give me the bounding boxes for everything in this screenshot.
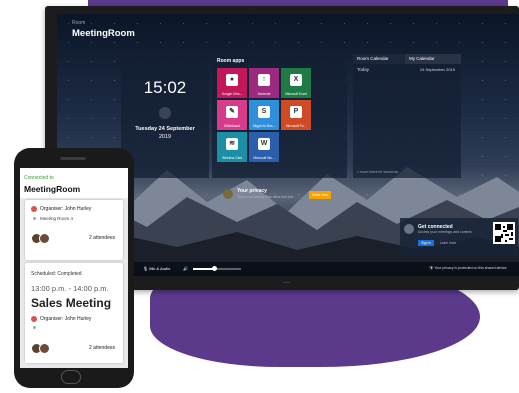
app-label: Skype for Bus... [252,124,276,128]
room-label: Meeting Room 4 [40,216,74,221]
app-label: Microsoft Wo... [253,156,275,160]
app-tile[interactable]: ↑ Screenet [249,68,279,98]
meeting-time: 13:00 p.m. - 14:00 p.m. [31,284,109,293]
mic-audio-control[interactable]: 🎙 Mic & Audio [143,266,170,271]
chrome-icon: ● [226,74,238,86]
clock-year: 2019 [158,134,172,140]
calendar-date: 24 September 2019 [419,67,455,72]
privacy-title: Your privacy [237,188,267,194]
volume-knob[interactable] [212,266,218,271]
clock-date: Tuesday 24 September [135,126,195,132]
attendees-count: 2 attendees [89,345,116,351]
tab-room-calendar[interactable]: Room Calendar [353,54,409,64]
app-label: Google Chro... [221,92,243,96]
app-tile[interactable]: S Skype for Bus... [249,100,279,130]
room-dot-icon [33,217,36,220]
app-label: Whiteboard [223,124,241,128]
skype-icon: S [258,106,270,118]
app-tile[interactable]: X Microsoft Excel [281,68,311,98]
app-tile[interactable]: ≋ Wireless Cast [217,132,247,162]
tv-logo: ~~~ [283,280,291,285]
phone-speaker [60,157,86,160]
excel-icon: X [290,74,302,86]
calendar-panel: Room Calendar My Calendar Today 24 Septe… [353,54,461,178]
app-tile[interactable]: ✎ Whiteboard [217,100,247,130]
privacy-clear-button[interactable]: Clear now [309,191,331,199]
qr-code-icon [493,222,515,244]
room-apps-title: Room apps [217,58,245,64]
app-tile[interactable]: W Microsoft Wo... [249,132,279,162]
screen-share-icon: ↑ [258,74,270,86]
connected-label: Connected to [24,175,54,181]
room-dot-icon [33,326,36,329]
organizer-label: Organiser: John Hurley [40,206,92,212]
clock-icon [159,107,171,119]
wireless-cast-icon: ≋ [226,138,238,150]
whiteboard-icon: ✎ [226,106,238,118]
privacy-shield-note: 🛡 Your privacy is protected on this shar… [429,266,507,270]
tv-room-title: MeetingRoom [72,28,135,39]
app-tile[interactable]: ● Google Chro... [217,68,247,98]
volume-icon: 🔊 [183,266,188,271]
learn-more-link[interactable]: Learn more [440,240,456,246]
app-label: Screenet [257,92,271,96]
calendar-today-label: Today [357,67,370,72]
clock-time: 15:02 [143,78,187,97]
sign-in-button[interactable]: Sign in [418,240,434,246]
organizer-icon [31,316,37,322]
avatar [39,343,50,354]
connect-subtitle: Access your meetings and content [418,230,472,234]
tab-my-calendar[interactable]: My Calendar [405,54,461,64]
avatar [39,233,50,244]
mic-audio-label: Mic & Audio [149,266,171,271]
volume-slider[interactable] [193,266,241,271]
privacy-subtitle: Clear in a nobody else sees this info [237,195,294,199]
privacy-note-text: Your privacy is protected on this shared… [434,266,507,270]
phone-header: Connected to MeetingRoom [20,168,128,198]
meeting-card-sales[interactable]: Scheduled: Completed 13:00 p.m. - 14:00 … [25,263,123,363]
phone-room-title: MeetingRoom [24,184,81,194]
app-label: Microsoft Po... [285,124,307,128]
clock-panel: 15:02 Tuesday 24 September 2019 [121,54,209,178]
app-label: Microsoft Excel [285,92,307,96]
room-apps-panel: Room apps ● Google Chro... ↑ Screenet X … [212,54,347,178]
privacy-icon [223,189,233,199]
organizer-label: Organiser: John Hurley [40,316,92,322]
meeting-title: Sales Meeting [31,296,112,310]
status-label: Scheduled: Completed [31,271,82,277]
phone-screen: Connected to MeetingRoom Organiser: John… [20,168,128,368]
tv-brand-label: Room [72,20,86,26]
app-label: Wireless Cast [222,156,242,160]
powerpoint-icon: P [290,106,302,118]
user-icon [404,224,414,234]
app-tile[interactable]: P Microsoft Po... [281,100,311,130]
phone-home-button[interactable] [61,370,81,384]
word-icon: W [258,138,270,150]
organizer-icon [31,206,37,212]
calendar-footer-note: 1 more event for tomorrow [357,170,399,174]
meeting-card[interactable]: Organiser: John Hurley Meeting Room 4 2 … [25,200,123,260]
attendees-count: 2 attendees [89,235,116,241]
